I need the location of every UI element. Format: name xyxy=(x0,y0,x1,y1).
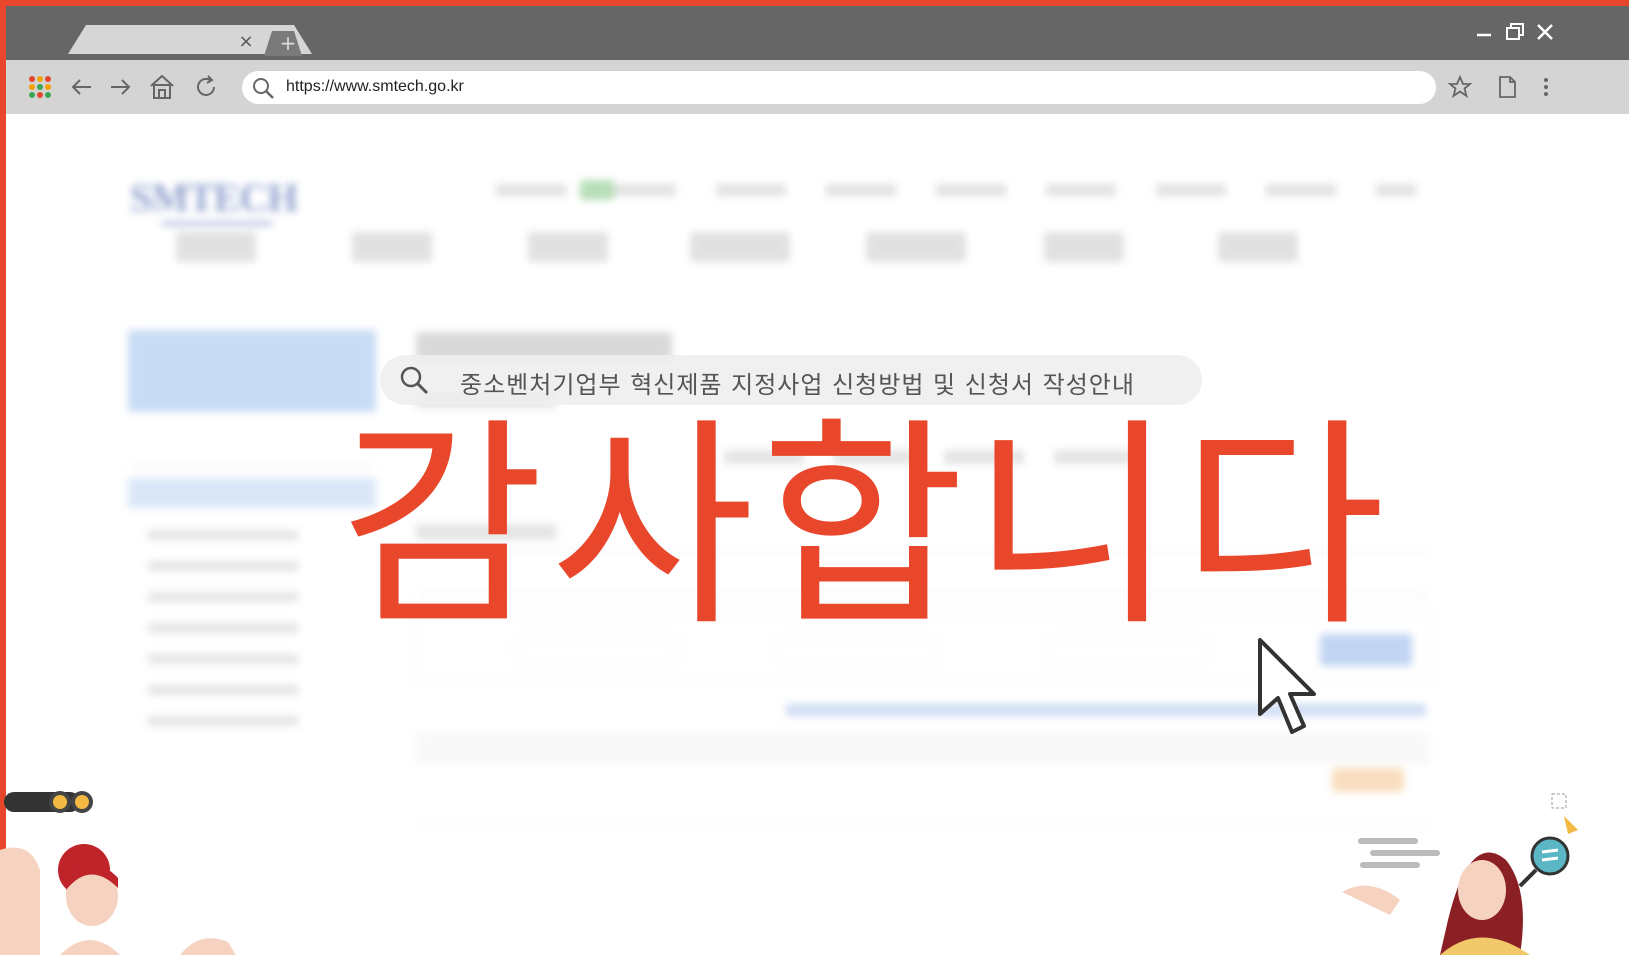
sidebar-header xyxy=(128,330,376,412)
address-bar[interactable]: https://www.smtech.go.kr xyxy=(242,71,1436,104)
close-icon[interactable] xyxy=(1533,20,1557,44)
restore-icon[interactable] xyxy=(1503,20,1527,44)
binoculars-icon xyxy=(4,784,96,818)
main-nav xyxy=(176,232,1326,262)
screen: × + https://www.smtech.go.kr SMTECH 중소벤처… xyxy=(0,0,1629,955)
new-tab-plus-icon[interactable]: + xyxy=(278,33,298,53)
character-illustration-left xyxy=(0,830,240,955)
top-util-nav xyxy=(496,180,1426,200)
more-vertical-icon[interactable] xyxy=(1530,71,1562,103)
site-logo: SMTECH xyxy=(130,175,298,220)
forward-arrow-icon[interactable] xyxy=(104,71,136,103)
reload-icon[interactable] xyxy=(190,71,222,103)
notice-line xyxy=(786,704,1426,716)
sidebar-row xyxy=(128,436,376,467)
thank-you-heading: 감사합니다 xyxy=(340,399,1392,657)
mouse-cursor-icon xyxy=(1256,638,1322,738)
sidebar-sub-items xyxy=(148,530,298,730)
title-search-bar: 중소벤처기업부 혁신제품 지정사업 신청방법 및 신청서 작성안내 xyxy=(380,355,1202,405)
page-icon[interactable] xyxy=(1491,71,1523,103)
address-url[interactable]: https://www.smtech.go.kr xyxy=(286,78,464,96)
status-badge xyxy=(1332,768,1404,792)
character-illustration-right xyxy=(1330,790,1629,955)
search-icon xyxy=(398,364,430,396)
logo-underline xyxy=(162,222,272,225)
video-title-caption: 중소벤처기업부 혁신제품 지정사업 신청방법 및 신청서 작성안내 xyxy=(460,371,1135,399)
apps-grid-icon[interactable] xyxy=(24,71,56,103)
minimize-icon[interactable] xyxy=(1472,20,1496,44)
search-icon xyxy=(250,75,276,101)
star-icon[interactable] xyxy=(1444,71,1476,103)
sidebar-row-active xyxy=(128,478,376,508)
back-arrow-icon[interactable] xyxy=(66,71,98,103)
table-row xyxy=(416,764,1430,825)
home-icon[interactable] xyxy=(146,71,178,103)
tab-close-icon[interactable]: × xyxy=(236,32,256,52)
